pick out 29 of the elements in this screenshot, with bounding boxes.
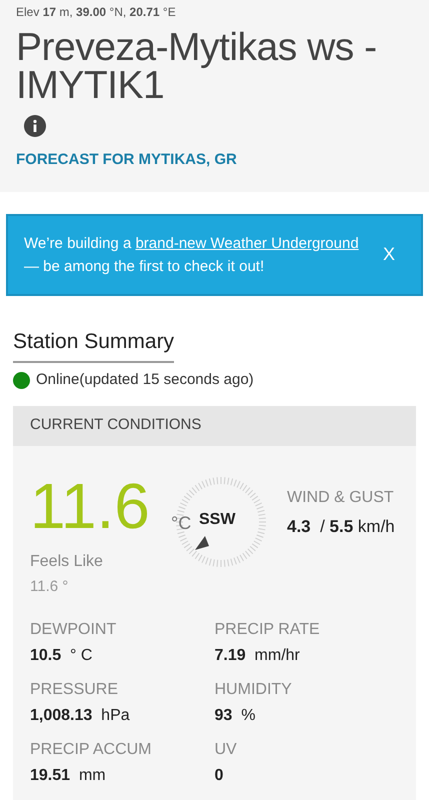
temperature-unit: °C: [171, 512, 192, 534]
metric-value: 1,008.13 hPa: [30, 706, 131, 726]
info-icon[interactable]: [24, 115, 46, 137]
metric-label: PRECIP ACCUM: [30, 740, 153, 760]
wind-direction: SSW: [199, 510, 236, 530]
forecast-link[interactable]: FORECAST FOR MYTIKAS, GR: [16, 149, 413, 172]
metric-value: 7.19 mm/hr: [214, 646, 301, 666]
wind-value: 4.3 / 5.5 km/h: [287, 516, 395, 538]
metric-value: 93 %: [214, 706, 256, 726]
metric-label: HUMIDITY: [214, 680, 293, 700]
section-title: Station Summary: [13, 326, 174, 363]
location-info: Elev 17 m, 39.00 °N, 20.71 °E: [16, 4, 177, 21]
wind-label: WIND & GUST: [287, 488, 395, 508]
status-text: Online(updated 15 seconds ago): [36, 370, 254, 390]
station-title: Preveza-Mytikas ws - IMYTIK1: [16, 29, 378, 105]
temperature-value: 11.6: [30, 474, 151, 538]
metric-label: DEWPOINT: [30, 620, 118, 640]
metric-label: UV: [214, 740, 238, 760]
metric-value: 0: [214, 766, 224, 786]
metric-label: PRECIP RATE: [214, 620, 321, 640]
banner-link[interactable]: brand-new Weather Underground: [135, 234, 359, 252]
banner-text: We’re building a brand-new Weather Underground — be among the first to check it out!: [24, 234, 360, 276]
feels-like-value: 11.6 °: [30, 576, 70, 596]
close-button[interactable]: X: [382, 241, 395, 268]
card-header: CURRENT CONDITIONS: [13, 406, 416, 446]
metric-value: 10.5 ° C: [30, 646, 94, 666]
metric-value: 19.51 mm: [30, 766, 107, 786]
metric-label: PRESSURE: [30, 680, 120, 700]
feels-like-label: Feels Like: [30, 552, 104, 572]
